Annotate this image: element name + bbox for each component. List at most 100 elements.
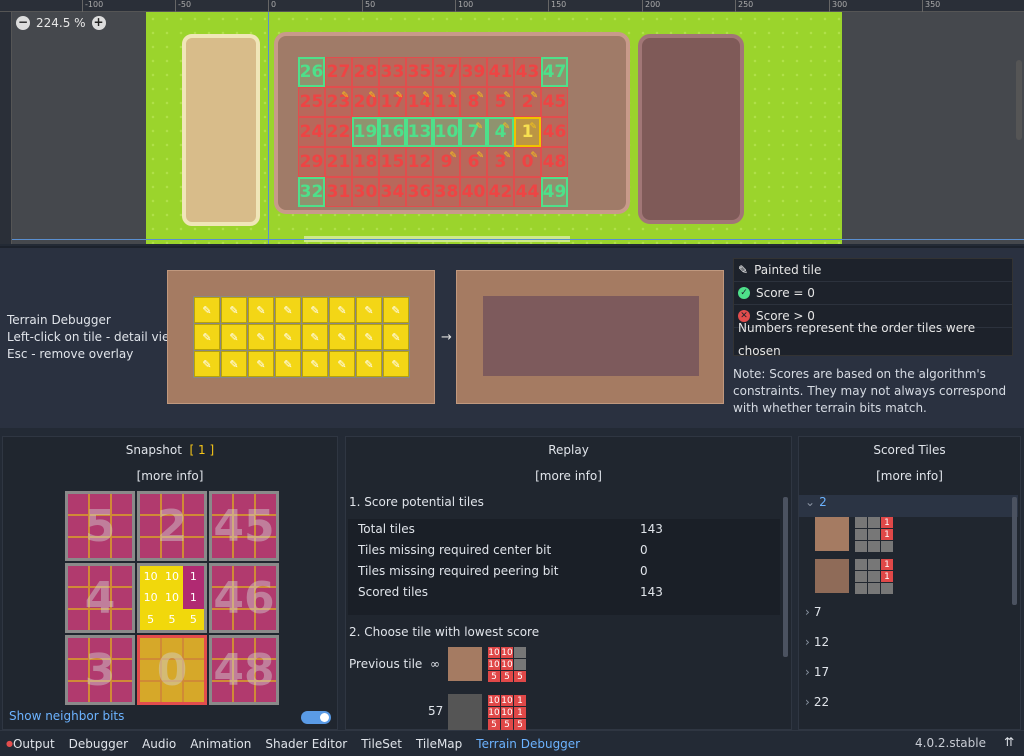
debug-tile[interactable]: 19	[352, 117, 379, 147]
origin-guide-vertical	[268, 12, 269, 244]
scored-scrollbar[interactable]	[1012, 497, 1017, 605]
debug-tile[interactable]: 46	[541, 117, 568, 147]
debug-tile[interactable]: 44	[514, 177, 541, 207]
painted-brush-icon: ✎	[530, 91, 538, 101]
debug-tile[interactable]: 2 ✎	[514, 87, 541, 117]
debug-tile[interactable]: 32	[298, 177, 325, 207]
debug-tile[interactable]: 43	[514, 57, 541, 87]
scored-title: Scored Tiles	[873, 443, 946, 457]
painted-tile-brush-icon: ✎	[383, 324, 409, 350]
debug-tile[interactable]: 45	[541, 87, 568, 117]
debug-tile[interactable]: 3 ✎	[487, 147, 514, 177]
snapshot-more-info-link[interactable]: [more info]	[3, 469, 337, 483]
snapshot-neighbor-tile[interactable]: 48	[209, 635, 279, 705]
tab-audio[interactable]: Audio	[142, 737, 176, 751]
debug-tile[interactable]: 27	[325, 57, 352, 87]
debug-tile[interactable]: 49	[541, 177, 568, 207]
mini-bit	[855, 529, 867, 540]
snapshot-neighbor-tile[interactable]: 46	[209, 563, 279, 633]
replay-scrollbar[interactable]	[783, 497, 788, 657]
debug-tile[interactable]: 30	[352, 177, 379, 207]
debug-tile[interactable]: 33	[379, 57, 406, 87]
debug-tile[interactable]: 29	[298, 147, 325, 177]
debug-tile[interactable]: 16	[379, 117, 406, 147]
debug-tile-grid[interactable]: 26 27 28 33 35 37 39 41 43 47 25 23 ✎ 20 ✎ 17 ✎ 14 ✎ 11 ✎ 8 ✎ 5…	[298, 57, 595, 207]
snapshot-center-tile[interactable]: 10 10 1 10 10 1 5 5 5	[137, 563, 207, 633]
debug-tile[interactable]: 15	[379, 147, 406, 177]
debug-tile[interactable]: 36	[406, 177, 433, 207]
tab-tilemap[interactable]: TileMap	[416, 737, 462, 751]
painted-tile-brush-icon: ✎	[194, 297, 220, 323]
debug-tile[interactable]: 37	[433, 57, 460, 87]
viewport-scrollbar[interactable]	[1016, 60, 1022, 140]
tab-tileset[interactable]: TileSet	[361, 737, 402, 751]
debug-tile[interactable]: 26	[298, 57, 325, 87]
scored-group[interactable]: › 22	[799, 695, 1018, 709]
debug-tile[interactable]: 4 ✎	[487, 117, 514, 147]
debug-tile[interactable]: 20 ✎	[352, 87, 379, 117]
scored-group[interactable]: › 17	[799, 665, 1018, 679]
zoom-out-button[interactable]: −	[16, 16, 30, 30]
debug-tile[interactable]: 28	[352, 57, 379, 87]
scored-group[interactable]: › 12	[799, 635, 1018, 649]
debug-tile[interactable]: 42	[487, 177, 514, 207]
debug-tile[interactable]: 10	[433, 117, 460, 147]
tab-animation[interactable]: Animation	[190, 737, 251, 751]
debug-tile[interactable]: 6 ✎	[460, 147, 487, 177]
tab-output[interactable]: Output	[13, 737, 55, 751]
debug-tile[interactable]: 41	[487, 57, 514, 87]
debug-tile[interactable]: 39	[460, 57, 487, 87]
debug-tile[interactable]: 12	[406, 147, 433, 177]
tab-debugger[interactable]: Debugger	[69, 737, 128, 751]
mini-bit	[514, 659, 526, 670]
mini-bit	[855, 559, 867, 570]
debug-tile[interactable]: 35	[406, 57, 433, 87]
mini-bit	[868, 529, 880, 540]
debug-tile[interactable]: 31	[325, 177, 352, 207]
debug-tile[interactable]: 1 ✎	[514, 117, 541, 147]
debug-tile[interactable]: 21	[325, 147, 352, 177]
scored-group[interactable]: ⌄ 2	[799, 495, 1018, 517]
scored-group[interactable]: › 7	[799, 605, 1018, 619]
debug-tile[interactable]: 18	[352, 147, 379, 177]
debug-tile[interactable]: 5 ✎	[487, 87, 514, 117]
mini-bit: 10	[501, 707, 513, 718]
show-neighbor-bits-toggle[interactable]	[301, 711, 331, 724]
snapshot-neighbor-tile[interactable]: 4	[65, 563, 135, 633]
zoom-in-button[interactable]: +	[91, 16, 106, 30]
debug-tile[interactable]: 9 ✎	[433, 147, 460, 177]
debug-tile[interactable]: 22	[325, 117, 352, 147]
snapshot-neighbor-tile[interactable]: 3	[65, 635, 135, 705]
debug-tile[interactable]: 47	[541, 57, 568, 87]
debug-tile[interactable]: 40	[460, 177, 487, 207]
scored-tile-swatch[interactable]	[815, 559, 849, 593]
debug-tile[interactable]: 24	[298, 117, 325, 147]
debug-tile[interactable]: 17 ✎	[379, 87, 406, 117]
scored-more-info-link[interactable]: [more info]	[799, 469, 1020, 483]
snapshot-neighbor-tile[interactable]: 45	[209, 491, 279, 561]
debug-tile[interactable]: 11 ✎	[433, 87, 460, 117]
canvas-viewport[interactable]: 26 27 28 33 35 37 39 41 43 47 25 23 ✎ 20 ✎ 17 ✎ 14 ✎ 11 ✎ 8 ✎ 5…	[0, 0, 1024, 244]
debug-tile[interactable]: 13	[406, 117, 433, 147]
stat-row: Scored tiles 143	[348, 582, 780, 603]
snapshot-neighbor-tile[interactable]: 2	[137, 491, 207, 561]
debug-tile[interactable]: 25	[298, 87, 325, 117]
mini-bit	[868, 583, 880, 594]
debug-tile[interactable]: 0 ✎	[514, 147, 541, 177]
snapshot-grid[interactable]: 5 2 45 4 10 10 1 10 10 1 5 5 5 46 3 0 48	[65, 491, 279, 705]
debug-tile[interactable]: 23 ✎	[325, 87, 352, 117]
debug-tile[interactable]: 34	[379, 177, 406, 207]
debug-tile[interactable]: 7 ✎	[460, 117, 487, 147]
tab-shader-editor[interactable]: Shader Editor	[265, 737, 347, 751]
replay-more-info-link[interactable]: [more info]	[346, 469, 791, 483]
snapshot-neighbor-tile[interactable]: 5	[65, 491, 135, 561]
debug-tile[interactable]: 14 ✎	[406, 87, 433, 117]
pin-panel-icon[interactable]: ⇈	[1004, 735, 1014, 749]
snapshot-neighbor-tile[interactable]: 0	[137, 635, 207, 705]
tab-terrain-debugger[interactable]: Terrain Debugger	[476, 737, 580, 751]
debug-tile[interactable]: 38	[433, 177, 460, 207]
zoom-level[interactable]: 224.5 %	[36, 16, 86, 30]
debug-tile[interactable]: 48	[541, 147, 568, 177]
scored-tile-swatch[interactable]	[815, 517, 849, 551]
debug-tile[interactable]: 8 ✎	[460, 87, 487, 117]
